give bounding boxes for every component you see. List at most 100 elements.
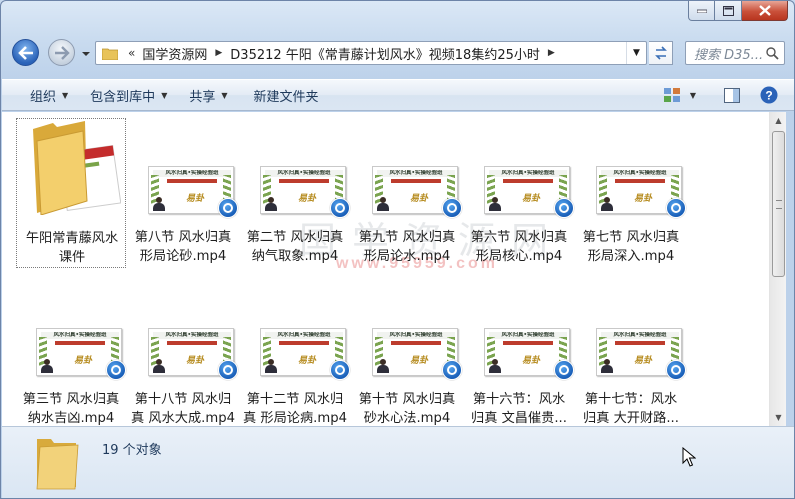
view-dropdown[interactable]: ▼ bbox=[686, 80, 710, 110]
thumbnail-title: 风水归真•实操经验班 bbox=[153, 332, 231, 339]
thumbnail-banner bbox=[167, 179, 217, 183]
item-name-line: 真 形局论病.mp4 bbox=[243, 411, 347, 426]
new-folder-button[interactable]: 新建文件夹 bbox=[246, 80, 327, 110]
video-file-item[interactable]: 风水归真•实操经验班 易卦 第十八节 风水归真 风水大成.mp4 bbox=[128, 280, 238, 426]
video-file-item[interactable]: 风水归真•实操经验班 易卦 第三节 风水归真 纳水吉凶.mp4 bbox=[16, 280, 126, 426]
minimize-button[interactable] bbox=[688, 1, 715, 21]
item-name-line: 第六节 风水归真 bbox=[470, 230, 568, 245]
item-name: 第十二节 风水归真 形局论病.mp4 bbox=[240, 390, 350, 426]
thumbnail-brand: 易卦 bbox=[522, 194, 541, 204]
video-thumbnail: 风水归真•实操经验班 易卦 bbox=[358, 280, 462, 380]
refresh-button[interactable] bbox=[649, 41, 673, 65]
breadcrumb-segment[interactable]: D35212 午阳《常青藤计划风水》视频18集约25小时 bbox=[225, 44, 545, 63]
video-thumbnail: 风水归真•实操经验班 易卦 bbox=[134, 118, 238, 218]
close-button[interactable] bbox=[742, 1, 788, 21]
search-box[interactable]: 搜索 D35... bbox=[685, 41, 785, 65]
item-name: 第六节 风水归真 形局核心.mp4 bbox=[464, 228, 574, 266]
thumbnail-banner bbox=[55, 341, 105, 345]
search-placeholder: 搜索 D35... bbox=[694, 47, 764, 63]
video-thumbnail: 风水归真•实操经验班 易卦 bbox=[582, 280, 686, 380]
scroll-down-arrow-icon[interactable]: ▼ bbox=[770, 409, 787, 426]
dropdown-arrow-icon: ▼ bbox=[221, 90, 228, 100]
thumbnail-brand: 易卦 bbox=[410, 356, 429, 366]
video-file-item[interactable]: 风水归真•实操经验班 易卦第十二节 风水归真 形局论病.mp4 bbox=[240, 280, 350, 426]
presenter-figure bbox=[489, 197, 501, 211]
presenter-figure bbox=[153, 359, 165, 373]
item-name-line: 形局论水.mp4 bbox=[363, 249, 451, 264]
video-file-item[interactable]: 风水归真•实操经验班 易卦 第二节 风水归真 纳气取象.mp4 bbox=[240, 118, 350, 268]
minimize-icon bbox=[696, 9, 707, 13]
thumbnail-brand: 易卦 bbox=[522, 356, 541, 366]
presenter-figure bbox=[41, 359, 53, 373]
thumbnail-banner bbox=[279, 341, 329, 345]
breadcrumb-chevron-icon[interactable]: ▶ bbox=[545, 48, 558, 58]
caption-buttons bbox=[688, 1, 788, 22]
include-in-library-menu[interactable]: 包含到库中 ▼ bbox=[82, 80, 175, 110]
item-name-line: 形局核心.mp4 bbox=[475, 249, 563, 264]
address-history-dropdown[interactable]: ▼ bbox=[626, 42, 646, 64]
recent-pages-chevron-icon[interactable] bbox=[81, 49, 91, 59]
video-player-badge-icon bbox=[442, 360, 462, 380]
item-name-line: 形局深入.mp4 bbox=[587, 249, 675, 264]
change-view-button[interactable] bbox=[660, 80, 686, 110]
forward-button[interactable] bbox=[48, 39, 75, 66]
item-name-line: 归真 大开财路... bbox=[583, 411, 679, 426]
video-thumbnail: 风水归真•实操经验班 易卦 bbox=[246, 118, 350, 218]
details-pane: 19 个对象 bbox=[2, 426, 794, 498]
thumbnail-banner bbox=[167, 341, 217, 345]
scroll-up-arrow-icon[interactable]: ▲ bbox=[770, 112, 787, 129]
maximize-button[interactable] bbox=[715, 1, 742, 21]
share-label: 共享 bbox=[189, 89, 216, 105]
item-name-line: 第九节 风水归真 bbox=[358, 230, 456, 245]
organize-menu[interactable]: 组织 ▼ bbox=[22, 80, 76, 110]
mouse-cursor-icon bbox=[682, 447, 696, 467]
video-file-item[interactable]: 风水归真•实操经验班 易卦第六节 风水归真 形局核心.mp4 bbox=[464, 118, 574, 268]
item-name: 第七节 风水归真 形局深入.mp4 bbox=[576, 228, 686, 266]
video-file-item[interactable]: 风水归真•实操经验班 易卦 第十节 风水归真 砂水心法.mp4 bbox=[352, 280, 462, 426]
video-thumbnail: 风水归真•实操经验班 易卦 bbox=[470, 280, 574, 380]
item-name-line: 第十二节 风水归 bbox=[246, 392, 344, 407]
video-file-item[interactable]: 风水归真•实操经验班 易卦第十七节：风水 归真 大开财路... bbox=[576, 280, 686, 426]
refresh-icon bbox=[654, 46, 667, 60]
folder-item[interactable]: 午阳常青藤风水 课件 bbox=[16, 118, 126, 268]
item-name: 第三节 风水归真 纳水吉凶.mp4 bbox=[16, 390, 126, 426]
preview-pane-button[interactable] bbox=[710, 80, 754, 110]
video-player-badge-icon bbox=[330, 198, 350, 218]
video-file-item[interactable]: 风水归真•实操经验班易卦第九节 风水归真 形局论水.mp4 bbox=[352, 118, 462, 268]
file-list[interactable]: 国学资源网 www.95959.com 午阳常青藤风水 课件 风水归真•实操经验班易… bbox=[2, 112, 769, 426]
thumbnail-title: 风水归真•实操经验班 bbox=[377, 170, 455, 177]
help-button[interactable]: ? bbox=[754, 80, 794, 110]
video-file-item[interactable]: 风水归真•实操经验班 易卦 第八节 风水归真 形局论砂.mp4 bbox=[128, 118, 238, 268]
address-bar[interactable]: « 国学资源网 ▶ D35212 午阳《常青藤计划风水》视频18集约25小时 ▶… bbox=[95, 41, 647, 65]
item-name: 午阳常青藤风水 课件 bbox=[17, 229, 127, 267]
video-thumbnail: 风水归真•实操经验班 易卦 bbox=[470, 118, 574, 218]
item-name: 第十七节：风水 归真 大开财路... bbox=[576, 390, 686, 426]
thumbnail-brand: 易卦 bbox=[410, 194, 429, 204]
thumbnail-brand: 易卦 bbox=[634, 194, 653, 204]
thumbnail-banner bbox=[503, 341, 553, 345]
thumbnail-brand: 易卦 bbox=[634, 356, 653, 366]
video-player-badge-icon bbox=[666, 360, 686, 380]
thumbnail-banner bbox=[279, 179, 329, 183]
item-count: 19 个对象 bbox=[102, 443, 162, 458]
breadcrumb-segment[interactable]: 国学资源网 bbox=[137, 44, 212, 63]
back-button[interactable] bbox=[12, 39, 39, 66]
view-options-icon bbox=[663, 88, 680, 102]
back-arrow-icon bbox=[17, 45, 33, 60]
video-file-item[interactable]: 风水归真•实操经验班 易卦第七节 风水归真 形局深入.mp4 bbox=[576, 118, 686, 268]
video-player-badge-icon bbox=[330, 360, 350, 380]
item-name-line: 纳气取象.mp4 bbox=[251, 249, 339, 264]
breadcrumb-chevron-icon[interactable]: ▶ bbox=[212, 48, 225, 58]
share-menu[interactable]: 共享 ▼ bbox=[181, 80, 235, 110]
vertical-scrollbar[interactable]: ▲ ▼ bbox=[769, 112, 786, 426]
maximize-icon bbox=[722, 5, 734, 16]
video-thumbnail: 风水归真•实操经验班 易卦 bbox=[246, 280, 350, 380]
video-thumbnail: 风水归真•实操经验班 易卦 bbox=[582, 118, 686, 218]
video-file-item[interactable]: 风水归真•实操经验班 易卦 第十六节：风水 归真 文昌催贵... bbox=[464, 280, 574, 426]
video-player-badge-icon bbox=[666, 198, 686, 218]
presenter-figure bbox=[377, 197, 389, 211]
address-overflow[interactable]: « bbox=[124, 46, 137, 60]
thumbnail-brand: 易卦 bbox=[298, 194, 317, 204]
scroll-thumb[interactable] bbox=[772, 131, 785, 277]
item-name-line: 第十六节：风水 bbox=[472, 392, 566, 407]
